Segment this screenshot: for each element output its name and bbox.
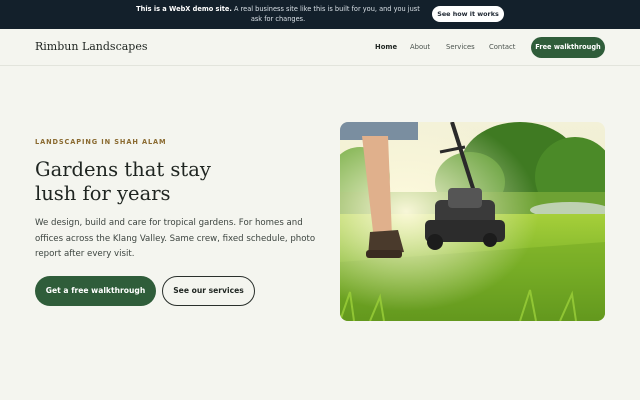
hero-lawn-mower-image [340,122,605,321]
hero-headline-line-1: Gardens that stay [35,158,211,181]
nav-link-contact[interactable]: Contact [489,43,515,51]
nav-free-walkthrough-button[interactable]: Free walkthrough [531,37,605,58]
demo-banner: This is a WebX demo site. A real busines… [0,0,640,29]
nav-link-home[interactable]: Home [375,43,397,51]
see-how-it-works-button[interactable]: See how it works [432,6,504,22]
site-header: Rimbun Landscapes Home About Services Co… [0,29,640,66]
hero-headline-line-2: lush for years [35,182,171,205]
banner-message: This is a WebX demo site. A real busines… [130,5,426,24]
brand-logo-text[interactable]: Rimbun Landscapes [35,40,148,53]
get-free-walkthrough-button[interactable]: Get a free walkthrough [35,276,156,306]
hero-description: We design, build and care for tropical g… [35,218,316,259]
nav-link-services[interactable]: Services [446,43,475,51]
nav-link-about[interactable]: About [410,43,430,51]
hero-eyebrow: LANDSCAPING IN SHAH ALAM [35,138,167,146]
hero-headline: Gardens that stay lush for years [35,158,295,206]
see-our-services-button[interactable]: See our services [162,276,255,306]
banner-body-text: A real business site like this is built … [231,5,420,23]
banner-strong-text: This is a WebX demo site. [136,5,232,13]
